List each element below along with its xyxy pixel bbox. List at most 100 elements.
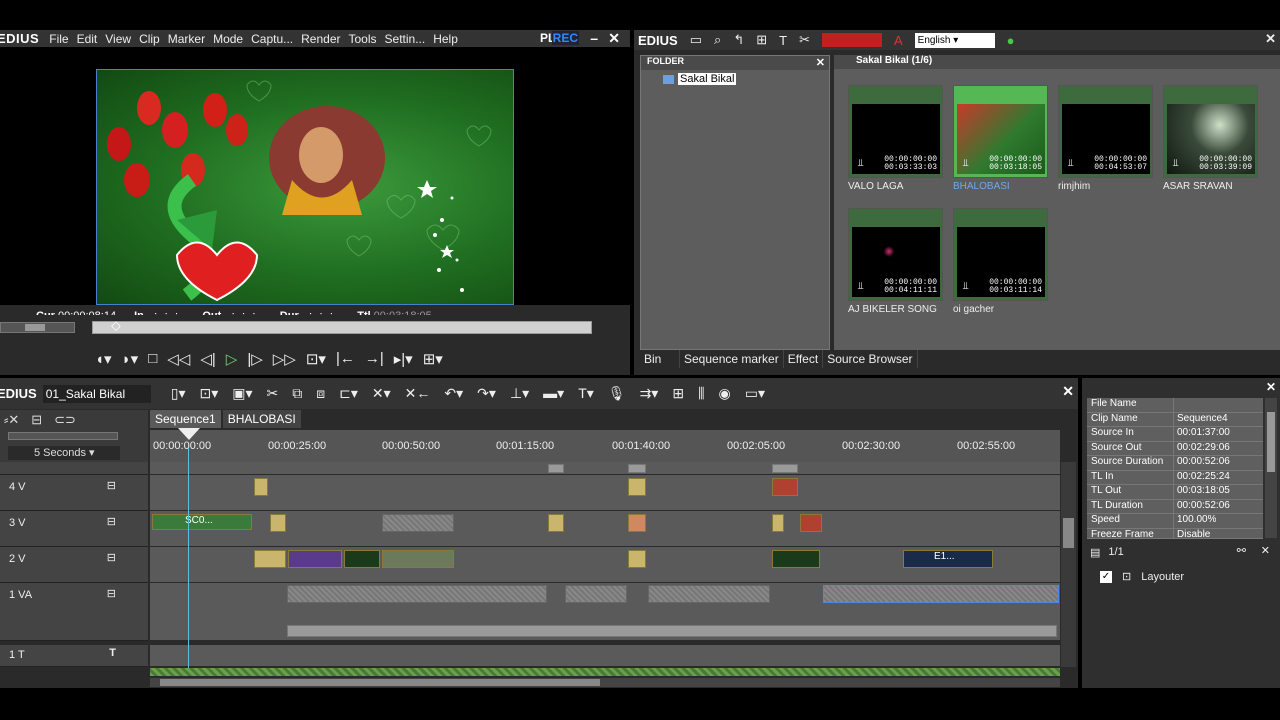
clip-thumb-valo-laga[interactable]: ⫫ 00:00:00:00 00:03:33:03	[848, 85, 943, 178]
title-icon[interactable]: T	[779, 33, 787, 48]
in-out-icon[interactable]: ▸|▾	[394, 350, 413, 368]
timeline-clip[interactable]	[382, 550, 454, 568]
set-in-icon[interactable]: ◖▾	[95, 350, 112, 368]
copy-icon[interactable]: ⧉	[292, 385, 302, 402]
track-header-1va[interactable]: 1 VA ⊟	[0, 583, 148, 641]
tab-bhalobasi[interactable]: BHALOBASI	[222, 410, 301, 428]
timeline-clip[interactable]	[565, 585, 627, 603]
export-icon[interactable]: ⊞▾	[423, 350, 443, 368]
timeline-clip-selected[interactable]	[823, 585, 1059, 603]
save-project-icon[interactable]: ▣▾	[232, 385, 252, 402]
menu-help[interactable]: Help	[429, 32, 462, 46]
audio-clip[interactable]	[287, 625, 1057, 637]
transition-icon[interactable]: ▬▾	[543, 385, 564, 402]
track-header-2v[interactable]: 2 V ⊟	[0, 547, 148, 583]
render-icon[interactable]: ⇉▾	[640, 385, 659, 402]
link-icon[interactable]: ⊂⊃	[54, 412, 76, 428]
add-clip-icon[interactable]: ⊞	[756, 32, 767, 48]
folder-item[interactable]: Sakal Bikal	[663, 73, 829, 85]
delete-icon[interactable]: ✕▾	[372, 385, 391, 402]
replace-icon[interactable]: ⊏▾	[339, 385, 358, 402]
new-sequence-icon[interactable]: ▯▾	[171, 385, 186, 402]
clip-thumb-oi-gacher[interactable]: ⫫ 00:00:00:00 00:03:11:14	[953, 208, 1048, 301]
vscroll-thumb[interactable]	[1063, 518, 1074, 548]
timeline-clip[interactable]	[270, 514, 286, 532]
mixer-icon[interactable]: ⊟	[31, 412, 42, 428]
timeline-clip-sc0[interactable]: SC0...	[152, 514, 252, 530]
search-icon[interactable]: ⌕	[714, 32, 721, 48]
step-forward-icon[interactable]: |▷	[247, 350, 262, 368]
playhead-marker-icon[interactable]: ⬦	[111, 317, 121, 334]
timeline-clip[interactable]	[548, 464, 564, 473]
timeline-vscroll[interactable]	[1061, 462, 1076, 667]
close-icon[interactable]: ✕	[608, 30, 620, 47]
info-close-icon[interactable]: ✕	[1266, 380, 1276, 394]
insert-icon[interactable]: |←	[336, 350, 355, 367]
timeline-clip-e1[interactable]: E1...	[903, 550, 993, 568]
menu-clip[interactable]: Clip	[135, 32, 164, 46]
scale-select[interactable]: 5 Seconds ▾	[8, 446, 120, 460]
open-project-icon[interactable]: ⊡▾	[199, 385, 218, 402]
timeline-clip[interactable]	[628, 478, 646, 496]
timeline-clip[interactable]	[800, 514, 822, 532]
menu-view[interactable]: View	[101, 32, 135, 46]
track-mode-icon[interactable]: ⊟	[107, 587, 116, 600]
clip-thumb-asar-sravan[interactable]: ⫫ 00:00:00:00 00:03:39:09	[1163, 85, 1258, 178]
clip-thumb-rimjhim[interactable]: ⫫ 00:00:00:00 00:04:53:07	[1058, 85, 1153, 178]
microphone-icon[interactable]: 🎙	[608, 385, 626, 402]
track-header-3v[interactable]: 3 V ⊟	[0, 511, 148, 547]
minimize-icon[interactable]: –	[590, 30, 598, 46]
step-back-icon[interactable]: ◁|	[200, 350, 215, 368]
title-tool-icon[interactable]: T▾	[578, 385, 594, 402]
timeline-clip[interactable]	[772, 478, 798, 496]
timeline-clip[interactable]	[254, 478, 268, 496]
timeline-clip[interactable]	[287, 585, 547, 603]
tab-bin[interactable]: Bin	[640, 350, 680, 368]
play-icon[interactable]: ▷	[226, 350, 238, 368]
timeline-clip[interactable]	[344, 550, 380, 568]
track-mode-icon[interactable]: ⊟	[107, 515, 116, 528]
tab-effect[interactable]: Effect	[784, 350, 824, 368]
tab-sequence-marker[interactable]: Sequence marker	[680, 350, 784, 368]
tab-source-browser[interactable]: Source Browser	[823, 350, 918, 368]
timeline-hscroll[interactable]	[150, 678, 1060, 687]
loop-icon[interactable]: ⊡▾	[306, 350, 326, 368]
cut-tool-icon[interactable]: ✂	[267, 385, 279, 402]
audio-mixer-icon[interactable]: ⫼	[698, 385, 704, 402]
menu-settings[interactable]: Settin...	[381, 32, 430, 46]
timeline-clip[interactable]	[382, 514, 454, 532]
info-vscroll[interactable]	[1265, 398, 1277, 538]
ripple-delete-icon[interactable]: ✕←	[405, 385, 431, 402]
rewind-icon[interactable]: ◁◁	[167, 350, 190, 368]
fast-forward-icon[interactable]: ▷▷	[273, 350, 296, 368]
track-mode-icon[interactable]: ⊟	[107, 479, 116, 492]
menu-capture[interactable]: Captu...	[247, 32, 297, 46]
rec-button[interactable]: REC	[551, 31, 579, 45]
clip-thumb-bhalobasi[interactable]: ⫫ 00:00:00:00 00:03:18:05	[953, 85, 1048, 178]
timeline-clip[interactable]	[548, 514, 564, 532]
track-header-1t[interactable]: 1 T T	[0, 645, 148, 667]
menu-marker[interactable]: Marker	[164, 32, 209, 46]
timeline-clip[interactable]	[628, 464, 646, 473]
timeline-clip[interactable]	[254, 550, 286, 568]
set-out-icon[interactable]: ◗▾	[122, 350, 139, 368]
cut-icon[interactable]: ✂	[799, 32, 810, 48]
info-vscroll-thumb[interactable]	[1267, 412, 1275, 472]
add-marker-icon[interactable]: ⊥▾	[510, 385, 529, 402]
layer-item[interactable]: ✓ ⊡ Layouter	[1100, 570, 1184, 583]
timeline-clip[interactable]	[628, 514, 646, 532]
color-icon[interactable]: ◉	[719, 385, 731, 402]
folder-close-icon[interactable]: ✕	[816, 56, 825, 69]
menu-edit[interactable]: Edit	[73, 32, 102, 46]
timeline-clip[interactable]	[628, 550, 646, 568]
clip-thumb-aj-bikeler-song[interactable]: ⫫ 00:00:00:00 00:04:11:11	[848, 208, 943, 301]
layer-settings-icon[interactable]: ⚯	[1237, 544, 1246, 557]
track-header-4v[interactable]: 4 V ⊟	[0, 475, 148, 511]
overwrite-icon[interactable]: →|	[365, 350, 384, 367]
position-slider[interactable]	[92, 321, 592, 334]
bin-close-icon[interactable]: ✕	[1265, 31, 1276, 47]
timeline-ruler[interactable]: 00:00:00:00 00:00:25:00 00:00:50:00 00:0…	[150, 428, 1060, 462]
ime-language-select[interactable]: English ▾	[914, 32, 995, 48]
playhead-icon[interactable]	[178, 428, 200, 440]
undo-icon[interactable]: ↶▾	[444, 385, 463, 402]
